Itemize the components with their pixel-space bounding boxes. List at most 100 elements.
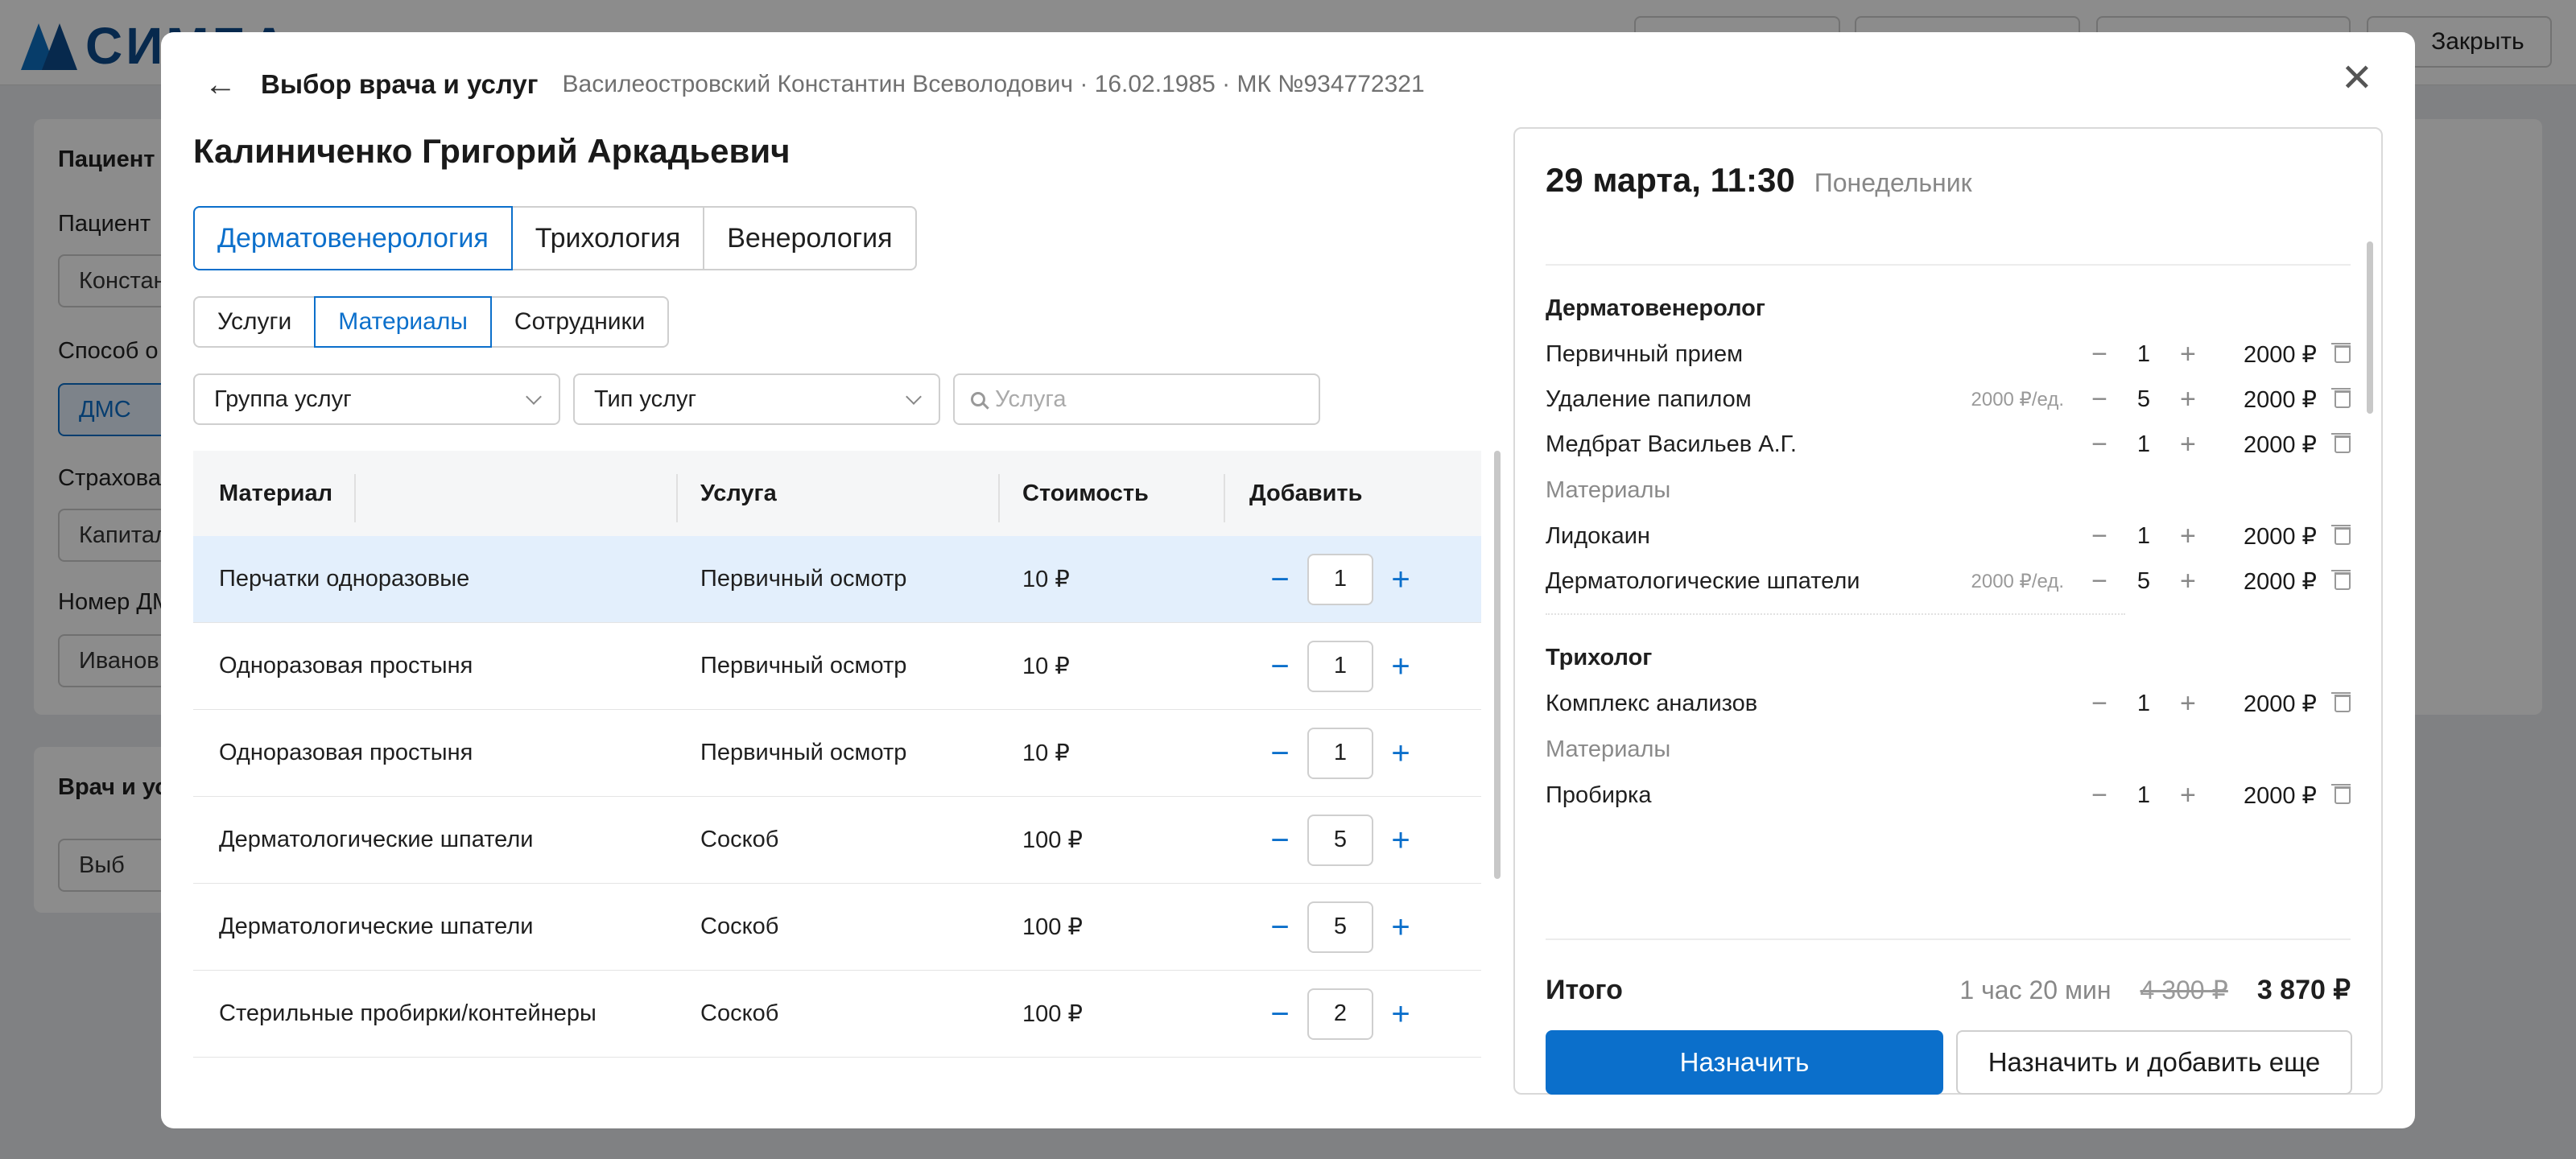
service-group-select[interactable]: Группа услуг — [193, 373, 560, 425]
plus-icon[interactable]: + — [1377, 737, 1425, 769]
cell-price: 10 ₽ — [1022, 740, 1070, 766]
trash-icon[interactable] — [2331, 343, 2351, 363]
minus-icon[interactable]: − — [2083, 566, 2116, 597]
summary-item-unit: 2000 ₽/ед. — [1971, 388, 2065, 410]
quantity-input[interactable]: 1 — [1307, 640, 1373, 692]
cell-add: −5 + — [1224, 814, 1481, 866]
table-row[interactable]: Одноразовая простыня Первичный осмотр 10 ₽… — [193, 710, 1481, 797]
trash-icon[interactable] — [2331, 784, 2351, 804]
header-service[interactable]: Услуга — [676, 473, 998, 522]
assign-button[interactable]: Назначить — [1546, 1030, 1943, 1095]
minus-icon[interactable]: − — [2083, 429, 2116, 460]
quantity-input[interactable]: 1 — [1307, 553, 1373, 605]
cell-service: Первичный осмотр — [700, 740, 907, 765]
summary-item-qty[interactable]: 1 — [2137, 691, 2150, 717]
cell-add: −1 + — [1224, 727, 1481, 779]
plus-icon[interactable]: + — [2172, 384, 2204, 415]
cell-material: Одноразовая простыня — [219, 653, 473, 678]
summary-scrollbar[interactable] — [2367, 241, 2373, 414]
search-icon — [971, 392, 985, 406]
table-scrollbar[interactable] — [1494, 451, 1501, 879]
minus-icon[interactable]: − — [2083, 339, 2116, 370]
service-search-input[interactable]: Услуга — [953, 373, 1320, 425]
summary-item-qty[interactable]: 1 — [2137, 431, 2150, 458]
tab-trichology[interactable]: Трихология — [510, 206, 705, 270]
service-type-select[interactable]: Тип услуг — [573, 373, 940, 425]
summary-item-name: Лидокаин — [1546, 522, 1650, 549]
summary-item-stepper: −1 + — [2083, 521, 2204, 552]
minus-icon[interactable]: − — [2083, 780, 2116, 811]
close-icon[interactable]: ✕ — [2341, 60, 2373, 98]
table-row[interactable]: Дерматологические шпатели Соскоб 100 ₽ −5 + — [193, 797, 1481, 884]
tab-venerology[interactable]: Венерология — [703, 206, 917, 270]
chevron-down-icon — [906, 389, 922, 405]
trash-icon[interactable] — [2331, 388, 2351, 408]
table-header: Материал Услуга Стоимость Добавить — [193, 451, 1481, 536]
assign-and-add-button[interactable]: Назначить и добавить еще — [1956, 1030, 2352, 1095]
cell-price: 100 ₽ — [1022, 914, 1083, 940]
plus-icon[interactable]: + — [1377, 650, 1425, 683]
table-row[interactable]: Дерматологические шпатели Соскоб 100 ₽ −5 + — [193, 884, 1481, 971]
plus-icon[interactable]: + — [2172, 521, 2204, 552]
trash-icon[interactable] — [2331, 570, 2351, 590]
doctor-name: Калиниченко Григорий Аркадьевич — [193, 132, 791, 170]
summary-list: Дерматовенеролог Первичный прием −1 +2000 ₽… — [1546, 266, 2351, 926]
summary-item-qty[interactable]: 5 — [2137, 568, 2150, 595]
summary-item: Лидокаин −1 +2000 ₽ — [1546, 514, 2351, 559]
trash-icon[interactable] — [2331, 525, 2351, 545]
trash-icon[interactable] — [2331, 692, 2351, 712]
minus-icon[interactable]: − — [2083, 384, 2116, 415]
cell-price: 10 ₽ — [1022, 654, 1070, 679]
plus-icon[interactable]: + — [2172, 688, 2204, 720]
cell-material: Дерматологические шпатели — [219, 827, 534, 852]
table-row[interactable]: Одноразовая простыня Первичный осмотр 10 ₽… — [193, 623, 1481, 710]
plus-icon[interactable]: + — [1377, 998, 1425, 1030]
tab-dermatovenerology[interactable]: Дерматовенерология — [193, 206, 513, 270]
summary-item-qty[interactable]: 1 — [2137, 523, 2150, 550]
summary-item: Удаление папилом 2000 ₽/ед. −5 +2000 ₽ — [1546, 377, 2351, 422]
header-price[interactable]: Стоимость — [998, 473, 1224, 522]
tab-services[interactable]: Услуги — [193, 296, 316, 348]
table-row[interactable]: Стерильные пробирки/контейнеры Соскоб 100 … — [193, 971, 1481, 1058]
quantity-input[interactable]: 5 — [1307, 901, 1373, 953]
quantity-input[interactable]: 1 — [1307, 727, 1373, 779]
minus-icon[interactable]: − — [1256, 911, 1304, 943]
minus-icon[interactable]: − — [2083, 688, 2116, 720]
minus-icon[interactable]: − — [1256, 650, 1304, 683]
minus-icon[interactable]: − — [1256, 824, 1304, 856]
back-arrow-icon[interactable]: ← — [204, 67, 237, 103]
plus-icon[interactable]: + — [1377, 563, 1425, 596]
tab-materials[interactable]: Материалы — [314, 296, 492, 348]
minus-icon[interactable]: − — [1256, 737, 1304, 769]
total-old-price: 4 300 ₽ — [2140, 975, 2228, 1004]
table-row[interactable]: Перчатки одноразовые Первичный осмотр 10 ₽… — [193, 536, 1481, 623]
summary-item-qty[interactable]: 1 — [2137, 341, 2150, 368]
summary-item-stepper: −1 + — [2083, 688, 2204, 720]
plus-icon[interactable]: + — [1377, 911, 1425, 943]
total-price: 3 870 ₽ — [2256, 975, 2351, 1005]
trash-icon[interactable] — [2331, 433, 2351, 453]
quantity-input[interactable]: 2 — [1307, 988, 1373, 1040]
plus-icon[interactable]: + — [2172, 780, 2204, 811]
summary-item-unit: 2000 ₽/ед. — [1971, 570, 2065, 592]
quantity-input[interactable]: 5 — [1307, 814, 1373, 866]
summary-materials-label: Материалы — [1546, 736, 1671, 762]
table-row-partial — [193, 1058, 1481, 1128]
plus-icon[interactable]: + — [1377, 824, 1425, 856]
header-add: Добавить — [1224, 473, 1481, 522]
minus-icon[interactable]: − — [1256, 563, 1304, 596]
summary-item-stepper: −5 + — [2083, 384, 2204, 415]
quantity-stepper: −5 + — [1256, 901, 1425, 953]
summary-item: Комплекс анализов −1 +2000 ₽ — [1546, 681, 2351, 726]
summary-item-qty[interactable]: 5 — [2137, 386, 2150, 413]
minus-icon[interactable]: − — [2083, 521, 2116, 552]
plus-icon[interactable]: + — [2172, 339, 2204, 370]
minus-icon[interactable]: − — [1256, 998, 1304, 1030]
plus-icon[interactable]: + — [2172, 566, 2204, 597]
summary-item-qty[interactable]: 1 — [2137, 782, 2150, 809]
plus-icon[interactable]: + — [2172, 429, 2204, 460]
divider — [1546, 613, 2125, 615]
tab-staff[interactable]: Сотрудники — [489, 296, 670, 348]
service-type-value: Тип услуг — [594, 386, 697, 412]
header-material[interactable]: Материал — [193, 473, 676, 522]
